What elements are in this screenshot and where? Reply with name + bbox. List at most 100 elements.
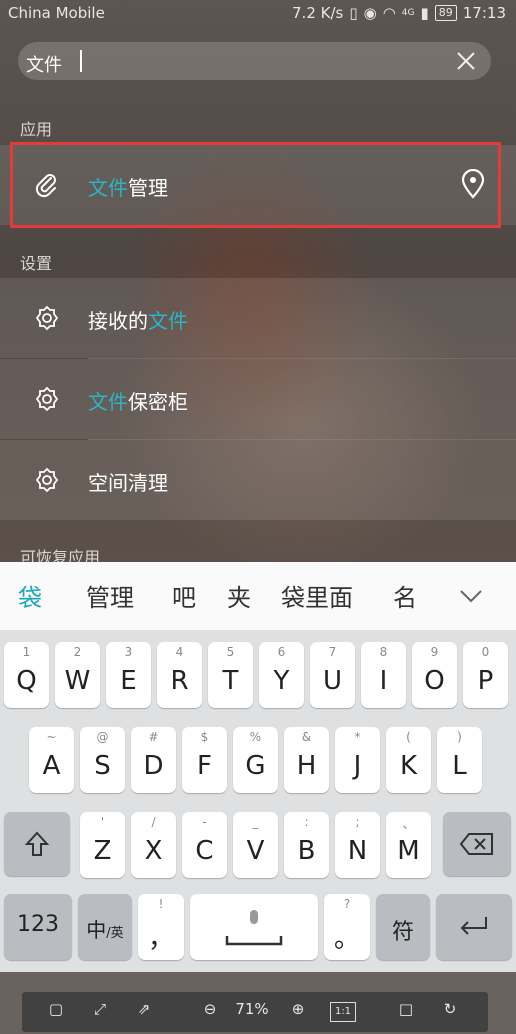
setting-result-file-safe[interactable]: 文件保密柜 <box>0 359 516 439</box>
enter-key[interactable] <box>436 894 512 960</box>
text-cursor <box>80 50 82 72</box>
key-s[interactable]: @ S <box>80 727 125 793</box>
key-label: B <box>297 836 316 866</box>
key-label: T <box>222 666 239 696</box>
key-hint: # <box>148 730 159 744</box>
key-hint: 1 <box>22 645 31 659</box>
close-icon[interactable] <box>455 50 477 72</box>
key-r[interactable]: 4R <box>157 642 202 708</box>
key-label: J <box>353 751 362 781</box>
key-hint: ~ <box>46 730 57 744</box>
gear-icon <box>35 467 59 493</box>
rotate-icon[interactable]: ↻ <box>438 1000 462 1024</box>
network-type: 4G <box>401 8 415 18</box>
key-hint: 8 <box>379 645 388 659</box>
setting-result-received-files[interactable]: 接收的文件 <box>0 278 516 358</box>
ime-candidate-bar: 袋 管理 吧 夹 袋里面 名 <box>0 562 516 630</box>
comma-key[interactable]: ! ， <box>138 894 184 960</box>
key-label: V <box>246 836 265 866</box>
key-y[interactable]: 6Y <box>259 642 304 708</box>
zoom-out-icon[interactable]: ⊖ <box>198 1000 222 1024</box>
section-header-settings: 设置 <box>20 254 53 273</box>
gear-icon <box>35 386 59 412</box>
status-icons: 7.2 K/s ▯ ◉ ◠ 4G ▮ 89 17:13 <box>292 4 506 22</box>
actual-size-button[interactable]: 1:1 <box>330 1002 356 1022</box>
chevron-down-icon[interactable] <box>458 586 484 606</box>
candidate-item[interactable]: 管理 <box>86 578 134 613</box>
key-z[interactable]: ' Z <box>80 812 125 878</box>
candidate-item[interactable]: 名 <box>393 578 417 613</box>
enter-icon <box>460 917 487 935</box>
key-hint: 3 <box>124 645 133 659</box>
search-bar[interactable]: 文件 <box>18 42 491 80</box>
numbers-key[interactable]: 123 <box>4 894 72 960</box>
key-hint: 5 <box>226 645 235 659</box>
key-n[interactable]: ; N <box>335 812 380 878</box>
selection-highlight-box <box>10 142 501 228</box>
candidate-item[interactable]: 吧 <box>172 578 196 613</box>
key-d[interactable]: # D <box>131 727 176 793</box>
candidate-item[interactable]: 袋 <box>18 578 42 613</box>
key-u[interactable]: 7U <box>310 642 355 708</box>
key-h[interactable]: & H <box>284 727 329 793</box>
key-label: P <box>477 666 494 696</box>
key-t[interactable]: 5T <box>208 642 253 708</box>
key-hint: $ <box>200 730 209 744</box>
search-input[interactable]: 文件 <box>26 51 62 77</box>
key-label: A <box>42 751 61 781</box>
key-l[interactable]: ) L <box>437 727 482 793</box>
key-m[interactable]: 、 M <box>386 812 431 878</box>
key-label: F <box>197 751 212 781</box>
key-k[interactable]: (K <box>386 727 431 793</box>
key-hint: % <box>249 730 262 744</box>
key-x[interactable]: / X <box>131 812 176 878</box>
save-icon[interactable]: ▢ <box>44 1000 68 1024</box>
key-v[interactable]: _ V <box>233 812 278 878</box>
shift-arrow-icon <box>24 831 50 856</box>
backspace-key[interactable] <box>443 812 511 876</box>
key-c[interactable]: -C <box>182 812 227 878</box>
microphone-icon <box>225 910 283 946</box>
key-label: D <box>143 751 164 781</box>
fit-screen-icon[interactable]: □ <box>394 1000 418 1024</box>
clock: 17:13 <box>462 4 506 22</box>
symbol-key[interactable]: 符 <box>376 894 430 960</box>
candidate-item[interactable]: 夹 <box>227 578 251 613</box>
key-hint: & <box>301 730 312 744</box>
key-w[interactable]: 2W <box>55 642 100 708</box>
signal-icon: ▮ <box>420 4 429 22</box>
key-hint: @ <box>96 730 109 744</box>
zoom-in-icon[interactable]: ⊕ <box>286 1000 310 1024</box>
key-g[interactable]: % G <box>233 727 278 793</box>
candidate-item[interactable]: 袋里面 <box>281 578 353 613</box>
key-i[interactable]: 8I <box>361 642 406 708</box>
vibrate-icon: ▯ <box>349 4 358 22</box>
key-a[interactable]: ~ A <box>29 727 74 793</box>
key-label: W <box>64 666 91 696</box>
zoom-level: 71% <box>235 1000 269 1018</box>
key-label: I <box>379 666 388 696</box>
key-label: X <box>144 836 163 866</box>
language-switch-key[interactable]: 中/英 <box>78 894 132 960</box>
backspace-icon <box>459 833 493 855</box>
key-f[interactable]: $ F <box>182 727 227 793</box>
period-key[interactable]: ? 。 <box>324 894 370 960</box>
key-p[interactable]: 0P <box>463 642 508 708</box>
key-hint: 、 <box>402 817 415 831</box>
key-b[interactable]: :B <box>284 812 329 878</box>
share-icon[interactable]: ⇗ <box>132 1000 156 1024</box>
key-hint: ' <box>100 815 105 829</box>
shift-key[interactable] <box>4 812 70 876</box>
resize-icon[interactable]: ⤢ <box>88 1000 112 1024</box>
key-j[interactable]: * J <box>335 727 380 793</box>
key-q[interactable]: 1Q <box>4 642 49 708</box>
space-key[interactable] <box>190 894 318 960</box>
status-bar: China Mobile 7.2 K/s ▯ ◉ ◠ 4G ▮ 89 17:13 <box>0 0 516 28</box>
key-hint: - <box>202 815 207 829</box>
key-hint: 2 <box>73 645 82 659</box>
network-speed: 7.2 K/s <box>292 4 344 22</box>
key-o[interactable]: 9O <box>412 642 457 708</box>
setting-result-storage-cleanup[interactable]: 空间清理 <box>0 440 516 520</box>
key-label: N <box>347 836 368 866</box>
key-e[interactable]: 3E <box>106 642 151 708</box>
